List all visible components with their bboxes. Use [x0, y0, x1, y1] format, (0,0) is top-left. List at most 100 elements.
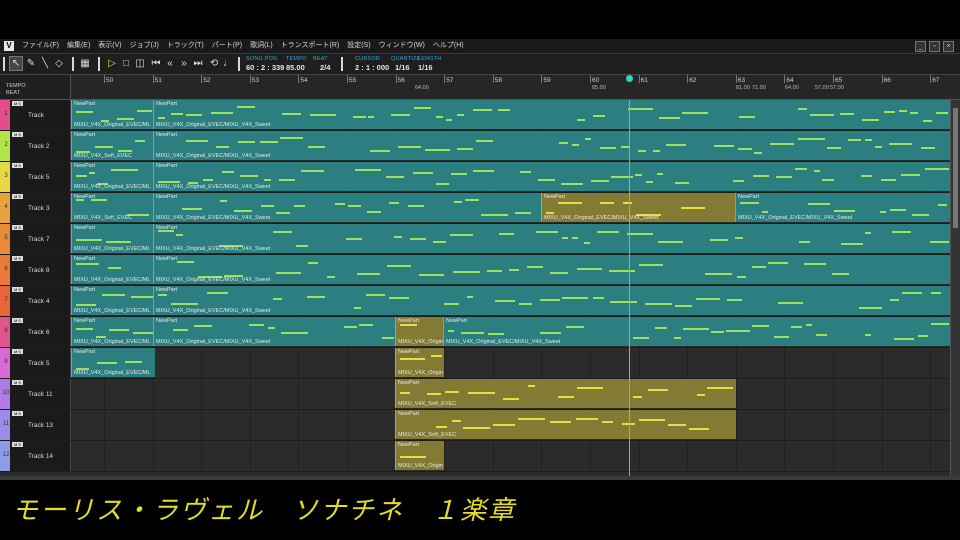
note[interactable] [910, 112, 918, 114]
note[interactable] [444, 303, 459, 305]
note[interactable] [117, 118, 134, 120]
line-tool-icon[interactable]: ╲ [39, 57, 51, 70]
note[interactable] [754, 152, 762, 154]
note[interactable] [572, 237, 578, 239]
minimize-icon[interactable]: _ [915, 41, 926, 52]
note[interactable] [431, 355, 442, 357]
track-row[interactable]: 1 M S Track NewPart MIXU_V4X_Original_EVEC/M… [0, 100, 951, 131]
note[interactable] [727, 299, 742, 301]
note[interactable] [562, 237, 568, 239]
note[interactable] [427, 393, 441, 395]
note[interactable] [528, 385, 535, 387]
note[interactable] [234, 210, 252, 212]
note[interactable] [841, 243, 863, 245]
metronome-icon[interactable]: ♩ [222, 57, 234, 70]
track-name[interactable]: Track 6 [28, 329, 49, 336]
menu-item[interactable]: 歌詞(L) [246, 39, 277, 53]
tempo-mark[interactable]: 64.00 [785, 85, 799, 91]
note[interactable] [400, 324, 417, 326]
menu-item[interactable]: パート(P) [208, 39, 246, 53]
track-row[interactable]: 12 M S Track 14 NewPart MIXU_V4X_Origin [0, 441, 950, 472]
note[interactable] [774, 336, 789, 338]
note[interactable] [503, 398, 519, 400]
note[interactable] [468, 392, 495, 394]
vocal-part[interactable]: NewPart MIXU_V4X_Original_EVEC/MIXU_V4X_S… [735, 193, 951, 222]
note[interactable] [264, 179, 271, 181]
mute-solo-icon[interactable]: M S [12, 132, 23, 137]
note[interactable] [171, 113, 183, 115]
mute-solo-icon[interactable]: M S [12, 380, 23, 385]
vocal-part[interactable]: NewPart MIXU_V4X_Original_EVEC/ML [71, 348, 155, 377]
menu-item[interactable]: ウィンドウ(W) [375, 39, 429, 53]
note[interactable] [602, 421, 613, 423]
restore-icon[interactable]: ▫ [929, 41, 940, 52]
note[interactable] [726, 330, 750, 332]
note[interactable] [76, 111, 93, 113]
note[interactable] [627, 233, 653, 235]
track-row[interactable]: 8 M S Track 6 NewPart MIXU_V4X_Original_EVEC… [0, 317, 951, 348]
tempo-value[interactable]: 85.00 [286, 63, 305, 72]
note[interactable] [710, 239, 728, 241]
vocal-part[interactable]: NewPart MIXU_V4X_Original_EVEC/MIXU_V4X_S… [153, 193, 542, 222]
note[interactable] [76, 239, 102, 241]
note[interactable] [562, 297, 588, 299]
note[interactable] [96, 336, 106, 338]
note[interactable] [125, 361, 142, 363]
note[interactable] [600, 202, 614, 204]
note[interactable] [597, 231, 619, 233]
note[interactable] [173, 329, 188, 331]
vocal-part[interactable]: NewPart MIXU_V4X_Original_EVEC/MIXU_V4X_S… [443, 317, 951, 346]
note[interactable] [674, 337, 681, 339]
playhead-handle[interactable] [626, 75, 633, 82]
note[interactable] [488, 333, 504, 335]
forward-icon[interactable]: » [178, 57, 190, 70]
length-value[interactable]: 1/16 [418, 63, 433, 72]
note[interactable] [279, 179, 295, 181]
note[interactable] [310, 114, 336, 116]
note[interactable] [370, 150, 390, 152]
note[interactable] [436, 183, 449, 185]
note[interactable] [307, 296, 325, 298]
note[interactable] [752, 325, 769, 327]
note[interactable] [348, 205, 361, 207]
track-name[interactable]: Track 8 [28, 267, 49, 274]
note[interactable] [391, 114, 410, 116]
track-name[interactable]: Track 13 [28, 422, 53, 429]
note[interactable] [894, 338, 914, 340]
note[interactable] [798, 138, 825, 140]
note[interactable] [675, 305, 692, 307]
note[interactable] [816, 334, 827, 336]
note[interactable] [593, 297, 604, 299]
stop-icon[interactable]: □ [120, 57, 132, 70]
track-name[interactable]: Track 7 [28, 236, 49, 243]
note[interactable] [308, 262, 318, 264]
note[interactable] [481, 214, 508, 216]
note[interactable] [584, 242, 590, 244]
scrollbar-thumb[interactable] [953, 108, 958, 228]
note[interactable] [368, 116, 374, 118]
mute-solo-icon[interactable]: M S [12, 163, 23, 168]
note[interactable] [394, 236, 402, 238]
note[interactable] [550, 421, 571, 423]
note[interactable] [832, 273, 849, 275]
rewind-icon[interactable]: « [164, 57, 176, 70]
note[interactable] [294, 205, 305, 207]
playhead-line[interactable] [629, 100, 630, 476]
track-row[interactable]: 7 M S Track 4 NewPart MIXU_V4X_Original_EVEC… [0, 286, 951, 317]
note[interactable] [102, 294, 125, 296]
note[interactable] [859, 307, 882, 309]
note[interactable] [655, 327, 667, 329]
note[interactable] [467, 296, 473, 298]
note[interactable] [260, 141, 278, 143]
note[interactable] [108, 267, 121, 269]
note[interactable] [137, 110, 152, 112]
note[interactable] [577, 387, 603, 389]
note[interactable] [389, 297, 409, 299]
mute-solo-icon[interactable]: M S [12, 287, 23, 292]
eraser-tool-icon[interactable]: ◇ [53, 57, 65, 70]
note[interactable] [737, 276, 746, 278]
note[interactable] [733, 180, 744, 182]
vocal-part[interactable]: NewPart MIXU_V4X_Original_EVEC/MIXU_V4X_S… [541, 193, 736, 222]
note[interactable] [558, 202, 582, 204]
note[interactable] [366, 294, 385, 296]
